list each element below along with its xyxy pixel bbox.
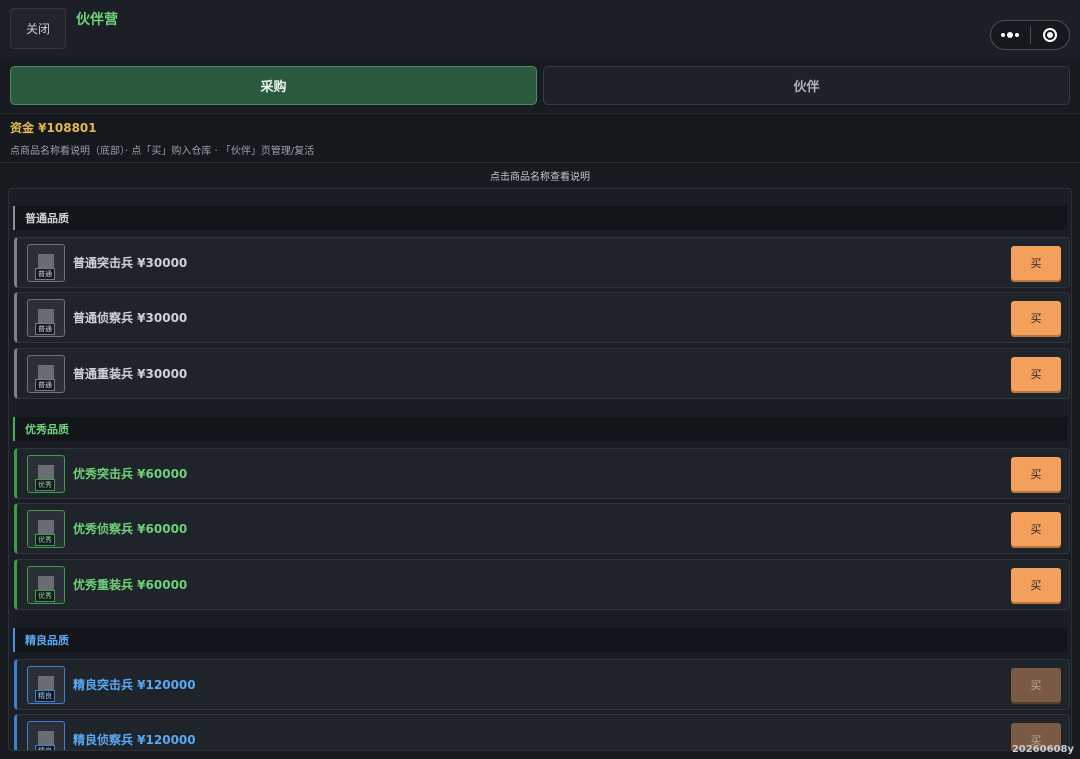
unit-icon: 普通 <box>27 244 65 282</box>
list-item: 精良 精良侦察兵 ¥120000 买 <box>14 714 1070 750</box>
target-icon <box>1042 28 1057 42</box>
list-item: 优秀 优秀侦察兵 ¥60000 买 <box>14 503 1070 554</box>
buy-button[interactable]: 买 <box>1011 457 1061 491</box>
buy-button[interactable]: 买 <box>1011 668 1061 702</box>
item-name[interactable]: 优秀侦察兵 ¥60000 <box>73 504 187 553</box>
item-name[interactable]: 精良侦察兵 ¥120000 <box>73 715 196 750</box>
item-name[interactable]: 普通侦察兵 ¥30000 <box>73 293 187 342</box>
unit-icon: 优秀 <box>27 566 65 604</box>
list-item: 精良 精良突击兵 ¥120000 买 <box>14 659 1070 710</box>
usage-hint: 点商品名称看说明（底部）· 点「买」购入仓库 · 「伙伴」页管理/复活 <box>10 146 315 157</box>
unit-icon: 优秀 <box>27 455 65 493</box>
list-item: 优秀 优秀重装兵 ¥60000 买 <box>14 559 1070 610</box>
item-name[interactable]: 普通突击兵 ¥30000 <box>73 238 187 287</box>
item-hint: 点击商品名称查看说明 <box>0 162 1080 187</box>
item-name[interactable]: 优秀突击兵 ¥60000 <box>73 449 187 498</box>
tab-purchase[interactable]: 采购 <box>10 66 537 105</box>
buy-button[interactable]: 买 <box>1011 512 1061 546</box>
quality-tag: 精良 <box>35 690 55 702</box>
buy-button[interactable]: 买 <box>1011 357 1061 391</box>
list-item: 普通 普通侦察兵 ¥30000 买 <box>14 292 1070 343</box>
item-name[interactable]: 普通重装兵 ¥30000 <box>73 349 187 398</box>
item-name[interactable]: 精良突击兵 ¥120000 <box>73 660 196 709</box>
buy-button[interactable]: 买 <box>1011 568 1061 602</box>
exit-button[interactable] <box>1030 21 1069 49</box>
quality-tag: 普通 <box>35 379 55 391</box>
close-button[interactable]: 关闭 <box>10 8 66 49</box>
funds-amount: 资金 ¥108801 <box>10 121 97 135</box>
page-title: 伙伴营 <box>76 12 118 28</box>
section-common: 普通品质 <box>13 206 1067 230</box>
quality-tag: 精良 <box>35 745 55 750</box>
unit-icon: 优秀 <box>27 510 65 548</box>
item-name[interactable]: 优秀重装兵 ¥60000 <box>73 560 187 609</box>
shop-list[interactable]: 普通品质 普通 普通突击兵 ¥30000 买 普通 普通侦察兵 ¥30000 买… <box>8 188 1072 751</box>
section-fine: 优秀品质 <box>13 417 1067 441</box>
unit-icon: 普通 <box>27 355 65 393</box>
more-button[interactable] <box>991 21 1030 49</box>
quality-tag: 优秀 <box>35 534 55 546</box>
unit-icon: 精良 <box>27 666 65 704</box>
more-dots-icon <box>1001 32 1020 38</box>
section-elite: 精良品质 <box>13 628 1067 652</box>
quality-tag: 优秀 <box>35 590 55 602</box>
top-bar: 关闭 伙伴营 <box>0 0 1080 60</box>
buy-button[interactable]: 买 <box>1011 301 1061 335</box>
quality-tag: 普通 <box>35 323 55 335</box>
buy-button[interactable]: 买 <box>1011 246 1061 280</box>
tab-partner[interactable]: 伙伴 <box>543 66 1070 105</box>
list-item: 普通 普通重装兵 ¥30000 买 <box>14 348 1070 399</box>
unit-icon: 普通 <box>27 299 65 337</box>
quality-tag: 普通 <box>35 268 55 280</box>
list-item: 普通 普通突击兵 ¥30000 买 <box>14 237 1070 288</box>
list-item: 优秀 优秀突击兵 ¥60000 买 <box>14 448 1070 499</box>
unit-icon: 精良 <box>27 721 65 750</box>
mini-program-capsule <box>990 20 1070 50</box>
quality-tag: 优秀 <box>35 479 55 491</box>
funds-bar: 资金 ¥108801 点商品名称看说明（底部）· 点「买」购入仓库 · 「伙伴」… <box>0 113 1080 162</box>
version-label: 20260608y <box>1011 744 1074 755</box>
